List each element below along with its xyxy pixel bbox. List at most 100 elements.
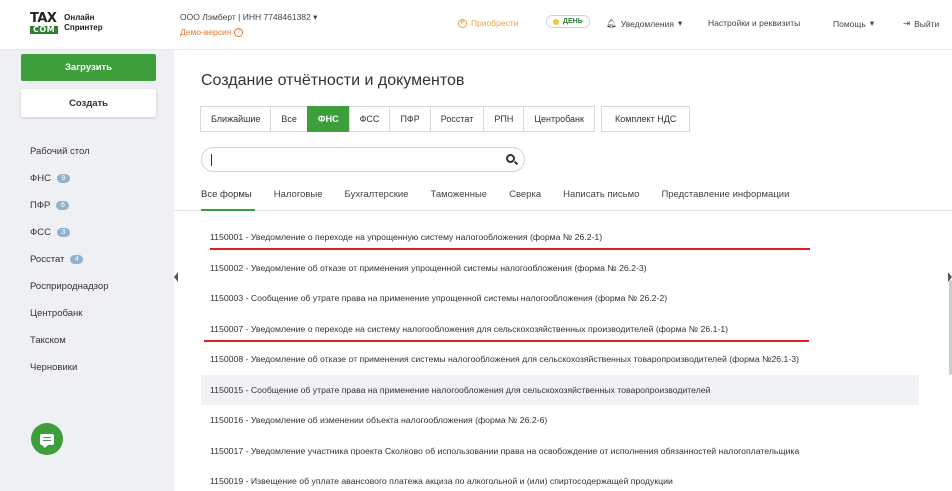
list-item[interactable]: 1150001 - Уведомление о переходе на упро…: [201, 222, 919, 253]
subtab-tax[interactable]: Налоговые: [274, 189, 323, 200]
tab-rpn[interactable]: РПН: [483, 106, 525, 132]
red-underline: [204, 339, 809, 342]
help-label: Помощь: [833, 18, 866, 29]
list-item[interactable]: 1150015 - Сообщение об утрате права на п…: [201, 374, 919, 405]
subtab-information[interactable]: Представление информации: [661, 189, 789, 200]
list-item[interactable]: 1150016 - Уведомление об изменении объек…: [201, 405, 919, 436]
org-selector[interactable]: ООО Лэмберт | ИНН 7748461382 ▾ Демо-верс…: [180, 12, 317, 37]
help-menu[interactable]: Помощь ▾: [833, 18, 874, 29]
form-category-tabs: Все формы Налоговые Бухгалтерские Таможе…: [201, 189, 789, 200]
chevron-left-icon[interactable]: [174, 272, 178, 282]
tab-nds-kit[interactable]: Комплект НДС: [600, 106, 691, 132]
form-title: 1150016 - Уведомление об изменении объек…: [210, 415, 548, 426]
tab-rosstat[interactable]: Росстат: [429, 106, 485, 132]
search-input[interactable]: [201, 147, 525, 172]
sidebar-item-label: Центробанк: [30, 308, 83, 319]
sidebar-item-rosprirodnadzor[interactable]: Росприроднадзор: [30, 273, 108, 300]
tab-nearest[interactable]: Ближайшие: [200, 106, 272, 132]
subtabs-divider: [174, 210, 952, 211]
sidebar-item-rosstat[interactable]: Росстат 4: [30, 246, 108, 273]
coin-icon: ₽: [458, 18, 467, 28]
chat-button[interactable]: [31, 423, 63, 455]
text-cursor: [211, 154, 212, 166]
list-item[interactable]: 1150003 - Сообщение об утрате права на п…: [201, 283, 919, 314]
list-item[interactable]: 1150008 - Уведомление об отказе от приме…: [201, 344, 919, 375]
logo-text: Онлайн Спринтер: [64, 13, 103, 33]
sidebar-item-fss[interactable]: ФСС 3: [30, 219, 108, 246]
create-button[interactable]: Создать: [21, 89, 156, 117]
form-title: 1150019 - Извещение об уплате авансового…: [210, 476, 673, 487]
demo-label: Демо-версия ?: [180, 27, 317, 37]
exit-button[interactable]: ⇥ Выйти: [903, 18, 939, 29]
agency-tabs: Ближайшие Все ФНС ФСС ПФР Росстат РПН Це…: [200, 106, 691, 132]
subtab-reconciliation[interactable]: Сверка: [509, 189, 541, 200]
sun-icon: [553, 18, 559, 25]
sidebar-item-desktop[interactable]: Рабочий стол: [30, 138, 108, 165]
taxcom-logo[interactable]: TAX COM Онлайн Спринтер: [30, 12, 103, 34]
form-title: 1150008 - Уведомление об отказе от приме…: [210, 354, 799, 365]
chevron-down-icon: ▾: [869, 18, 875, 28]
logo-tax: TAX: [30, 11, 57, 26]
day-mode-toggle[interactable]: ДЕНЬ: [546, 15, 590, 28]
sidebar-item-centrobank[interactable]: Центробанк: [30, 300, 108, 327]
notifications-menu[interactable]: 🔔︎ Уведомления ▾: [606, 18, 682, 29]
tab-fss[interactable]: ФСС: [348, 106, 391, 132]
tab-all[interactable]: Все: [270, 106, 308, 132]
logo-line2: Спринтер: [64, 23, 103, 32]
list-item[interactable]: 1150017 - Уведомление участника проекта …: [201, 436, 919, 467]
sidebar-item-label: Черновики: [30, 362, 78, 373]
list-item[interactable]: 1150007 - Уведомление о переходе на сист…: [201, 314, 919, 345]
tab-pfr[interactable]: ПФР: [389, 106, 431, 132]
tab-fns[interactable]: ФНС: [306, 106, 350, 132]
buy-link[interactable]: ₽ Приобрести: [458, 18, 519, 28]
form-title: 1150007 - Уведомление о переходе на сист…: [210, 323, 729, 334]
subtab-all-forms[interactable]: Все формы: [201, 189, 252, 200]
sidebar-item-fns[interactable]: ФНС 9: [30, 165, 108, 192]
form-title: 1150015 - Сообщение об утрате права на п…: [210, 384, 711, 395]
settings-link[interactable]: Настройки и реквизиты: [708, 18, 800, 28]
sidebar: Загрузить Создать Рабочий стол ФНС 9 ПФР…: [0, 50, 174, 491]
notifications-label: Уведомления: [620, 18, 674, 29]
sidebar-item-taxcom[interactable]: Такском: [30, 327, 108, 354]
list-item[interactable]: 1150002 - Уведомление об отказе от приме…: [201, 253, 919, 284]
sidebar-nav: Рабочий стол ФНС 9 ПФР 6 ФСС 3 Росстат 4…: [30, 138, 108, 381]
sidebar-item-label: ФСС: [30, 227, 51, 238]
subtab-accounting[interactable]: Бухгалтерские: [345, 189, 409, 200]
subtab-write-letter[interactable]: Написать письмо: [563, 189, 639, 200]
chevron-down-icon: ▾: [677, 18, 683, 28]
demo-text: Демо-версия: [180, 27, 232, 37]
red-underline: [210, 248, 810, 250]
count-badge: 3: [56, 228, 70, 237]
active-subtab-indicator: [201, 209, 255, 211]
sidebar-item-pfr[interactable]: ПФР 6: [30, 192, 108, 219]
logout-icon: ⇥: [903, 18, 911, 28]
bell-icon: 🔔︎: [606, 18, 617, 28]
chat-icon: [40, 433, 54, 448]
tab-centrobank[interactable]: Центробанк: [523, 106, 595, 132]
search-icon[interactable]: [506, 154, 515, 163]
subtab-customs[interactable]: Таможенные: [430, 189, 487, 200]
logo-mark: TAX COM: [30, 11, 59, 34]
buy-label: Приобрести: [471, 18, 519, 28]
sidebar-item-label: Росприроднадзор: [30, 281, 109, 292]
sidebar-item-label: Рабочий стол: [30, 146, 90, 157]
count-badge: 6: [56, 201, 70, 210]
help-circle-icon[interactable]: ?: [234, 27, 244, 37]
page-title: Создание отчётности и документов: [201, 72, 465, 89]
form-title: 1150002 - Уведомление об отказе от приме…: [210, 262, 647, 273]
form-title: 1150001 - Уведомление о переходе на упро…: [210, 232, 603, 243]
upload-button[interactable]: Загрузить: [21, 54, 156, 81]
settings-label: Настройки и реквизиты: [708, 18, 801, 28]
org-name: ООО Лэмберт | ИНН 7748461382: [180, 12, 311, 22]
logo-line1: Онлайн: [64, 13, 95, 22]
count-badge: 4: [70, 255, 84, 264]
forms-list: 1150001 - Уведомление о переходе на упро…: [201, 222, 919, 491]
sidebar-item-label: ФНС: [30, 173, 51, 184]
day-label: ДЕНЬ: [563, 18, 583, 25]
sidebar-item-drafts[interactable]: Черновики: [30, 354, 108, 381]
chevron-down-icon: ▾: [313, 12, 318, 22]
sidebar-item-label: Такском: [30, 335, 66, 346]
sidebar-item-label: Росстат: [30, 254, 65, 265]
list-item[interactable]: 1150019 - Извещение об уплате авансового…: [201, 466, 919, 491]
logo-com: COM: [30, 26, 59, 34]
